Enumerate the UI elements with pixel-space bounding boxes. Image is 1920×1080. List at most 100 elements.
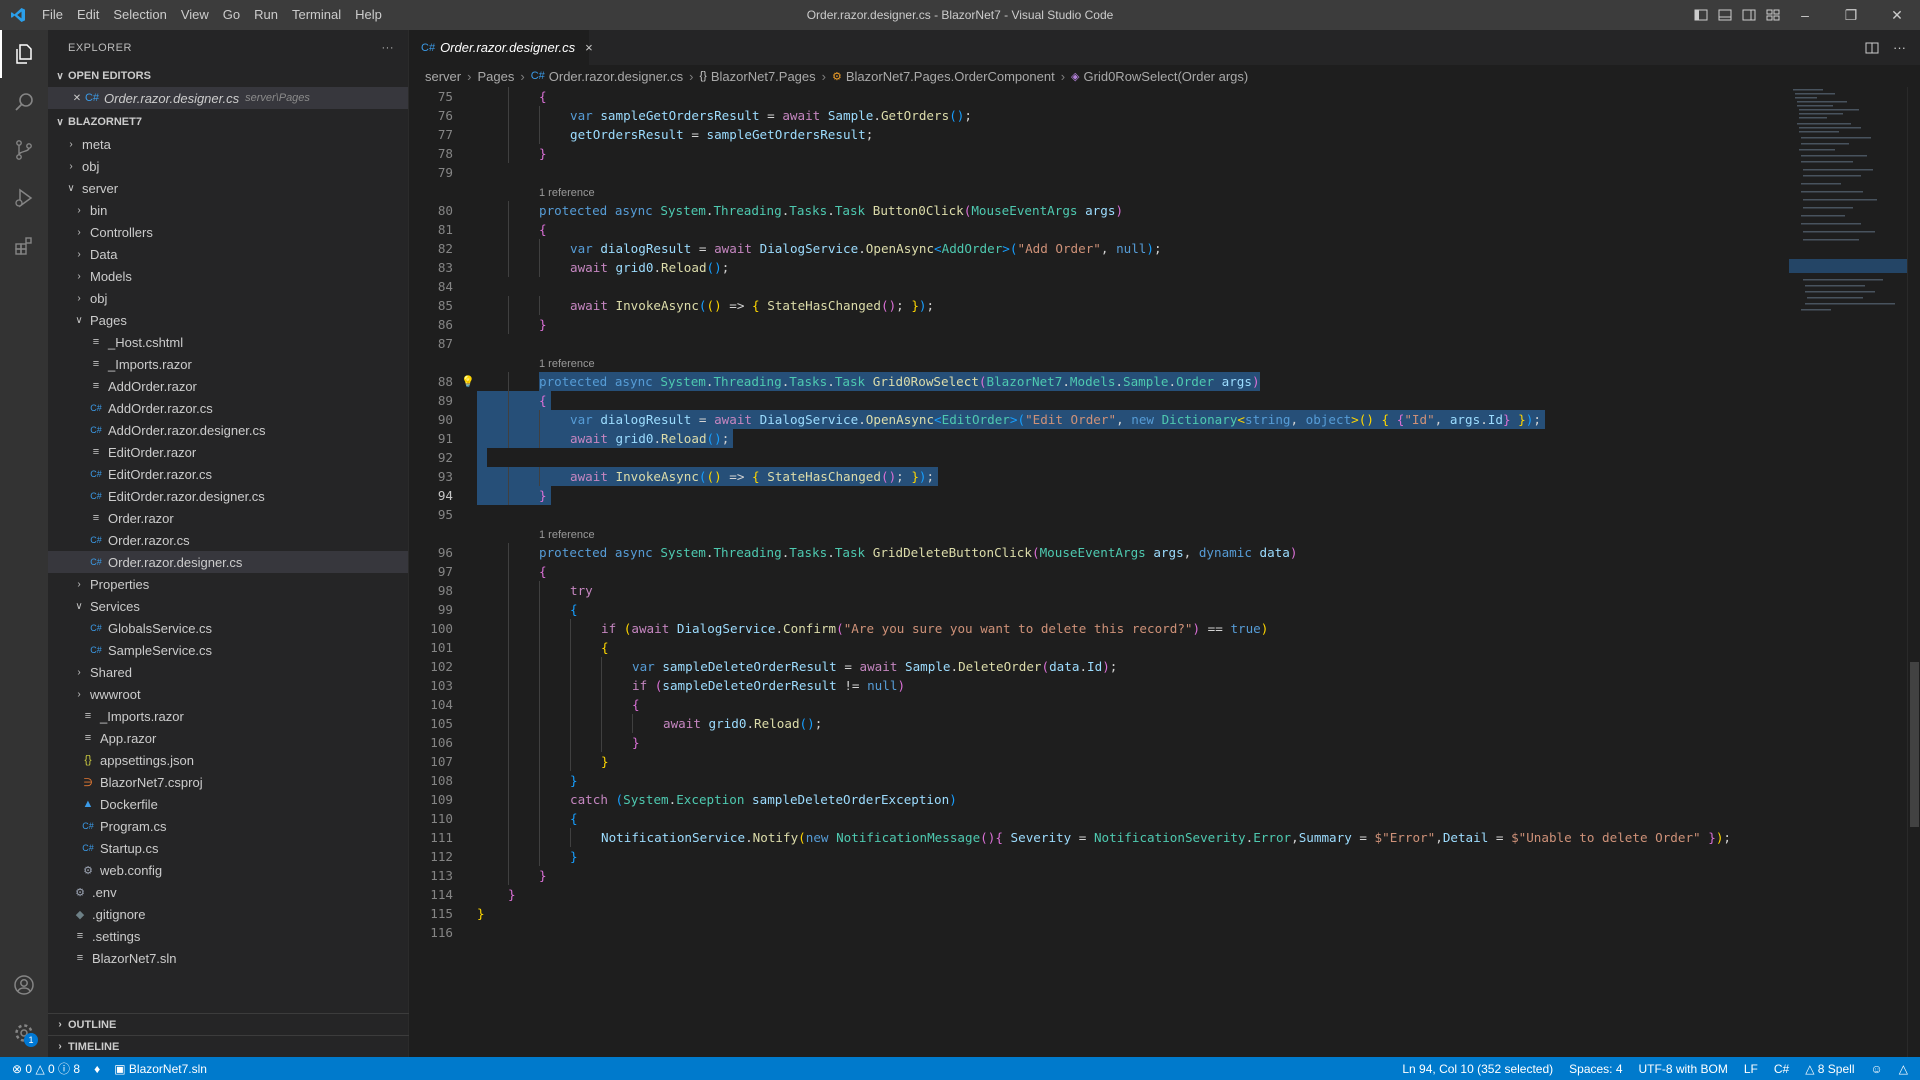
tree-file[interactable]: C# AddOrder.razor.cs <box>48 397 408 419</box>
explorer-icon[interactable] <box>0 30 48 78</box>
explorer-more-actions-icon[interactable]: ··· <box>382 42 395 54</box>
tree-file[interactable]: ≡ AddOrder.razor <box>48 375 408 397</box>
tree-folder[interactable]: › obj <box>48 287 408 309</box>
breadcrumb-item[interactable]: Order.razor.designer.cs <box>549 69 683 84</box>
outline-header[interactable]: › OUTLINE <box>48 1013 409 1035</box>
minimize-icon[interactable]: – <box>1782 0 1828 30</box>
breadcrumb-item[interactable]: Pages <box>477 69 514 84</box>
tree-file[interactable]: C# Program.cs <box>48 815 408 837</box>
open-editor-item[interactable]: ✕ C# Order.razor.designer.cs server\Page… <box>48 87 408 109</box>
tree-folder[interactable]: › Models <box>48 265 408 287</box>
tree-file[interactable]: C# Order.razor.designer.cs <box>48 551 408 573</box>
spell-indicator[interactable]: △ 8 Spell <box>1805 1062 1854 1076</box>
breadcrumb-item[interactable]: server <box>425 69 461 84</box>
search-icon[interactable] <box>0 78 48 126</box>
menu-view[interactable]: View <box>174 0 216 30</box>
tree-file[interactable]: ≡ _Host.cshtml <box>48 331 408 353</box>
open-editors-header[interactable]: ∨ OPEN EDITORS <box>48 65 408 87</box>
menu-edit[interactable]: Edit <box>70 0 106 30</box>
menu-file[interactable]: File <box>35 0 70 30</box>
editor-more-actions-icon[interactable]: ··· <box>1893 40 1906 55</box>
tree-file[interactable]: C# SampleService.cs <box>48 639 408 661</box>
tree-folder[interactable]: › Shared <box>48 661 408 683</box>
tree-file[interactable]: {} appsettings.json <box>48 749 408 771</box>
tree-file[interactable]: ⚙ web.config <box>48 859 408 881</box>
close-window-icon[interactable]: ✕ <box>1874 0 1920 30</box>
tree-folder[interactable]: › Properties <box>48 573 408 595</box>
minimap[interactable] <box>1789 87 1907 1057</box>
codelens-references[interactable]: 1 reference <box>409 182 1789 201</box>
codelens-references[interactable]: 1 reference <box>409 524 1789 543</box>
indent-guide <box>508 676 509 695</box>
menu-run[interactable]: Run <box>247 0 285 30</box>
breadcrumb-item[interactable]: BlazorNet7.Pages <box>711 69 816 84</box>
tree-file[interactable]: C# GlobalsService.cs <box>48 617 408 639</box>
cursor-position[interactable]: Ln 94, Col 10 (352 selected) <box>1402 1062 1553 1076</box>
feedback-icon[interactable]: ☺ <box>1871 1062 1883 1076</box>
breadcrumb: server › Pages › C# Order.razor.designer… <box>409 65 1920 87</box>
accounts-icon[interactable] <box>0 961 48 1009</box>
timeline-header[interactable]: › TIMELINE <box>48 1035 409 1057</box>
toggle-panel-icon[interactable] <box>1718 8 1732 22</box>
vertical-scrollbar[interactable] <box>1907 87 1920 1057</box>
tree-folder[interactable]: › bin <box>48 199 408 221</box>
tree-file[interactable]: ≡ .settings <box>48 925 408 947</box>
tree-file[interactable]: ≡ EditOrder.razor <box>48 441 408 463</box>
close-editor-icon[interactable]: ✕ <box>70 93 84 104</box>
source-control-icon[interactable] <box>0 126 48 174</box>
tree-folder[interactable]: ∨ Services <box>48 595 408 617</box>
language-mode[interactable]: C# <box>1774 1062 1789 1076</box>
indentation[interactable]: Spaces: 4 <box>1569 1062 1622 1076</box>
toggle-primary-sidebar-icon[interactable] <box>1694 8 1708 22</box>
project-header[interactable]: ∨ BLAZORNET7 <box>48 111 408 133</box>
tree-folder[interactable]: › obj <box>48 155 408 177</box>
indent-guide <box>508 391 509 410</box>
customize-layout-icon[interactable] <box>1766 8 1780 22</box>
menu-go[interactable]: Go <box>216 0 247 30</box>
tree-folder[interactable]: ∨ server <box>48 177 408 199</box>
tree-folder[interactable]: ∨ Pages <box>48 309 408 331</box>
solution-indicator[interactable]: ▣ BlazorNet7.sln <box>114 1062 207 1076</box>
tree-file[interactable]: ≡ _Imports.razor <box>48 705 408 727</box>
menu-selection[interactable]: Selection <box>106 0 173 30</box>
breadcrumb-item[interactable]: BlazorNet7.Pages.OrderComponent <box>846 69 1055 84</box>
close-tab-icon[interactable]: × <box>585 40 593 55</box>
tree-file[interactable]: ∋ BlazorNet7.csproj <box>48 771 408 793</box>
breadcrumb-item[interactable]: Grid0RowSelect(Order args) <box>1084 69 1249 84</box>
tree-file[interactable]: C# Order.razor.cs <box>48 529 408 551</box>
codelens-references[interactable]: 1 reference <box>409 353 1789 372</box>
end-of-line[interactable]: LF <box>1744 1062 1758 1076</box>
tree-folder[interactable]: › Data <box>48 243 408 265</box>
tree-file[interactable]: C# EditOrder.razor.designer.cs <box>48 485 408 507</box>
code-line: 116 <box>409 923 1789 942</box>
code-editor[interactable]: 75 {76 var sampleGetOrdersResult = await S… <box>409 87 1789 1057</box>
tree-file[interactable]: ⚙ .env <box>48 881 408 903</box>
tree-file[interactable]: ◆ .gitignore <box>48 903 408 925</box>
tree-file[interactable]: ≡ Order.razor <box>48 507 408 529</box>
manage-gear-icon[interactable]: 1 <box>0 1009 48 1057</box>
tree-folder[interactable]: › Controllers <box>48 221 408 243</box>
tree-file[interactable]: ≡ App.razor <box>48 727 408 749</box>
tree-file[interactable]: C# EditOrder.razor.cs <box>48 463 408 485</box>
scrollbar-thumb[interactable] <box>1910 662 1919 827</box>
tree-file[interactable]: ≡ BlazorNet7.sln <box>48 947 408 969</box>
split-editor-icon[interactable] <box>1865 41 1879 55</box>
run-debug-icon[interactable] <box>0 174 48 222</box>
menu-terminal[interactable]: Terminal <box>285 0 348 30</box>
tree-folder[interactable]: › wwwroot <box>48 683 408 705</box>
tab-order-razor-designer[interactable]: C# Order.razor.designer.cs × <box>409 30 593 65</box>
notifications-bell-icon[interactable]: △ <box>1899 1062 1908 1076</box>
tree-file[interactable]: C# AddOrder.razor.designer.cs <box>48 419 408 441</box>
flame-icon[interactable]: ♦ <box>94 1062 100 1076</box>
extensions-icon[interactable] <box>0 222 48 270</box>
restore-icon[interactable]: ❐ <box>1828 0 1874 30</box>
lightbulb-icon[interactable]: 💡 <box>461 372 475 391</box>
tree-file[interactable]: ▲ Dockerfile <box>48 793 408 815</box>
tree-folder[interactable]: › meta <box>48 133 408 155</box>
encoding[interactable]: UTF-8 with BOM <box>1639 1062 1728 1076</box>
toggle-secondary-sidebar-icon[interactable] <box>1742 8 1756 22</box>
tree-file[interactable]: ≡ _Imports.razor <box>48 353 408 375</box>
menu-help[interactable]: Help <box>348 0 389 30</box>
problems-indicator[interactable]: ⊗ 0 △ 0 ⓘ 8 <box>12 1060 80 1077</box>
tree-file[interactable]: C# Startup.cs <box>48 837 408 859</box>
